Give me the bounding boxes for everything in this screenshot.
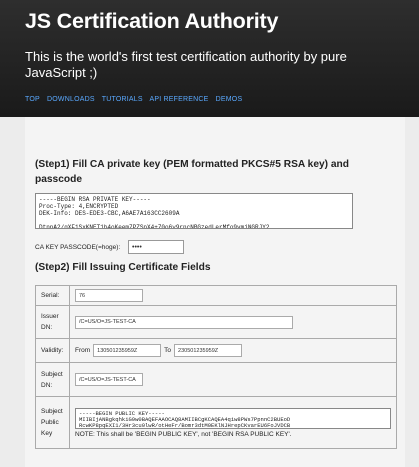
top-nav: TOP DOWNLOADS TUTORIALS API REFERENCE DE… (25, 96, 247, 103)
public-key-row: Subject Public Key -----BEGIN PUBLIC KEY… (35, 396, 397, 449)
subject-cell (69, 362, 397, 397)
nav-api-reference-link[interactable]: API REFERENCE (150, 96, 209, 103)
public-key-label: Subject Public Key (35, 396, 70, 449)
serial-row: Serial: (35, 285, 397, 306)
subject-label: Subject DN: (35, 362, 70, 397)
subject-public-key-textarea[interactable]: -----BEGIN PUBLIC KEY----- MIIBIjANBgkqh… (75, 407, 391, 429)
public-key-note: NOTE: This shall be 'BEGIN PUBLIC KEY', … (75, 430, 292, 438)
validity-row: Validity: From To (35, 338, 397, 363)
subject-dn-input[interactable] (75, 373, 143, 386)
nav-tutorials-link[interactable]: TUTORIALS (102, 96, 143, 103)
step1-heading: (Step1) Fill CA private key (PEM formatt… (35, 159, 350, 185)
issuer-row: Issuer DN: (35, 305, 397, 339)
page-header: JS Certification Authority This is the w… (0, 0, 419, 117)
serial-input[interactable] (75, 289, 143, 302)
validity-cell: From To (69, 338, 397, 363)
certificate-fields-table: Serial: Issuer DN: Validity: From To Subj… (35, 285, 397, 449)
serial-label: Serial: (35, 285, 70, 306)
passcode-input[interactable] (128, 240, 184, 254)
validity-from-label: From (75, 346, 91, 354)
validity-to-label: To (164, 346, 172, 354)
serial-cell (69, 285, 397, 306)
public-key-cell: -----BEGIN PUBLIC KEY----- MIIBIjANBgkqh… (69, 396, 397, 449)
nav-demos-link[interactable]: DEMOS (216, 96, 243, 103)
issuer-label: Issuer DN: (35, 305, 70, 339)
passcode-label: CA KEY PASSCODE(=hoge): (35, 244, 121, 251)
ca-private-key-textarea[interactable]: -----BEGIN RSA PRIVATE KEY----- Proc-Typ… (35, 193, 353, 229)
step2-heading: (Step2) Fill Issuing Certificate Fields (35, 262, 211, 273)
validity-from-input[interactable] (93, 344, 162, 357)
subject-row: Subject DN: (35, 362, 397, 397)
issuer-dn-input[interactable] (75, 315, 293, 329)
validity-to-input[interactable] (174, 344, 243, 357)
validity-label: Validity: (35, 338, 70, 363)
site-title: JS Certification Authority (25, 9, 279, 33)
issuer-cell (69, 305, 397, 339)
site-tagline: This is the world's first test certifica… (25, 49, 347, 80)
nav-downloads-link[interactable]: DOWNLOADS (47, 96, 95, 103)
nav-top-link[interactable]: TOP (25, 96, 40, 103)
